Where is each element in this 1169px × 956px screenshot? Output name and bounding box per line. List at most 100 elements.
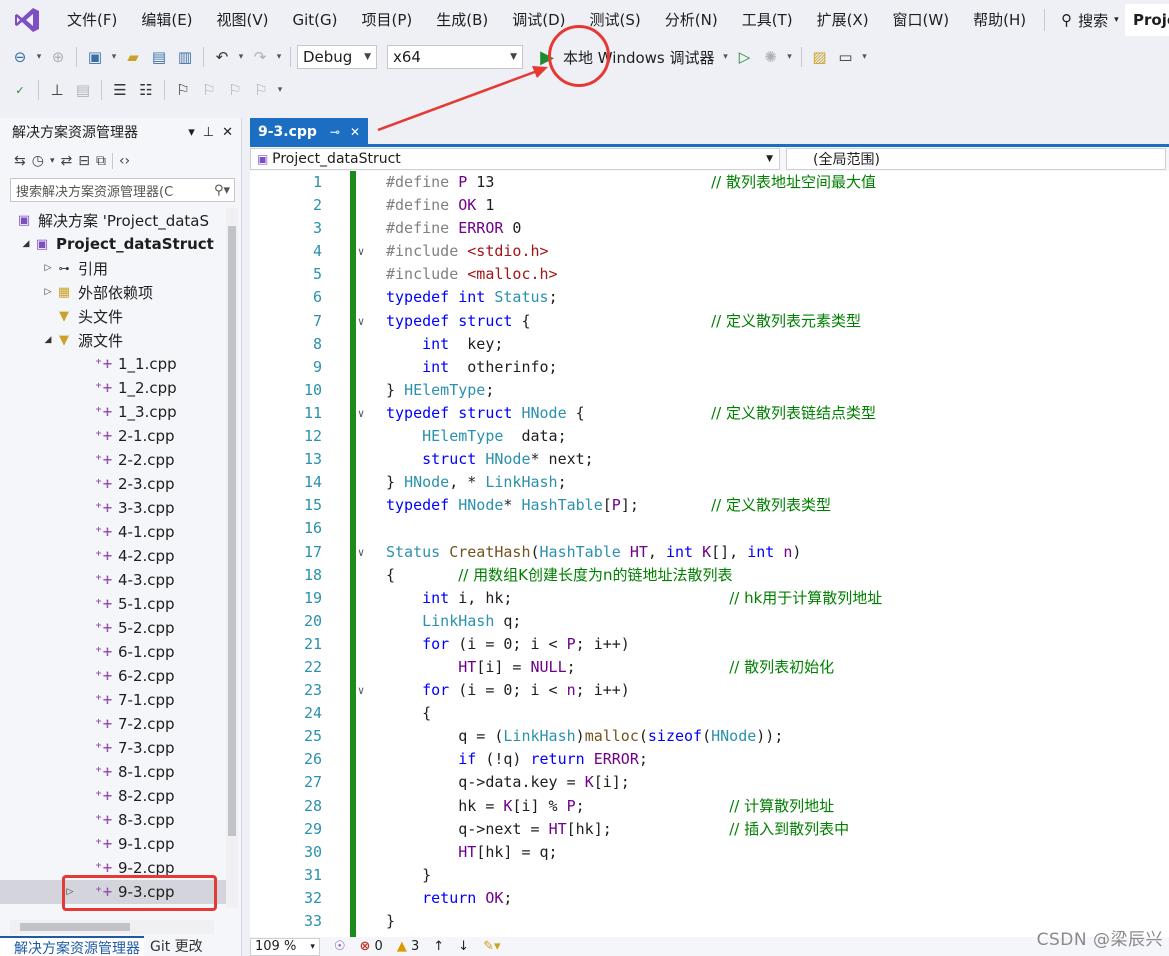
- menu-git[interactable]: Git(G): [281, 0, 350, 40]
- solution-platform-select[interactable]: x64 ▼: [387, 45, 523, 69]
- quick-info-icon[interactable]: ⊥: [45, 78, 69, 102]
- health-indicator-icon[interactable]: ☉: [334, 939, 346, 954]
- document-tab-active[interactable]: 9-3.cpp ⊸ ✕: [250, 118, 368, 146]
- close-icon[interactable]: ✕: [222, 125, 233, 140]
- project-scope-select[interactable]: ▣ Project_dataStruct ▼: [250, 148, 780, 170]
- tree-item-file[interactable]: ⁺+ 8-3.cpp: [0, 808, 226, 832]
- tree-item-file[interactable]: ⁺+ 1_1.cpp: [0, 352, 226, 376]
- menu-help[interactable]: 帮助(H): [961, 0, 1038, 40]
- expand-arrow-icon[interactable]: ▷: [42, 287, 54, 297]
- tree-item-file[interactable]: ⁺+ 4-2.cpp: [0, 544, 226, 568]
- start-without-debugging-icon[interactable]: ▷: [733, 45, 757, 69]
- visual-studio-logo-icon[interactable]: [13, 6, 41, 34]
- tree-vertical-scrollbar[interactable]: [226, 208, 238, 908]
- pending-changes-icon[interactable]: ◷: [32, 153, 44, 169]
- navigate-back-icon[interactable]: ⊖: [8, 45, 32, 69]
- tree-item-file[interactable]: ⁺+ 6-2.cpp: [0, 664, 226, 688]
- project-name-tab[interactable]: Proje: [1125, 4, 1169, 36]
- close-tab-icon[interactable]: ✕: [350, 125, 360, 139]
- tree-item-file[interactable]: ⁺+ 7-3.cpp: [0, 736, 226, 760]
- warning-count[interactable]: ▲ 3: [397, 939, 419, 954]
- solution-explorer-search-input[interactable]: 搜索解决方案资源管理器(C ⚲▾: [10, 178, 235, 202]
- code-editor[interactable]: 1 #define P 13 // 散列表地址空间最大值 2 #define OK …: [250, 171, 1169, 937]
- sync-icon[interactable]: ⇄: [60, 153, 72, 169]
- menu-window[interactable]: 窗口(W): [881, 0, 962, 40]
- menu-view[interactable]: 视图(V): [205, 0, 281, 40]
- tab-git-changes[interactable]: Git 更改: [144, 936, 209, 956]
- save-icon[interactable]: ▤: [147, 45, 171, 69]
- menu-file[interactable]: 文件(F): [55, 0, 129, 40]
- undo-icon[interactable]: ↶: [210, 45, 234, 69]
- chevron-down-icon[interactable]: ▾: [274, 52, 284, 62]
- clear-bookmarks-icon[interactable]: ⚐: [249, 78, 273, 102]
- properties-icon[interactable]: ‹›: [119, 153, 130, 169]
- code-cleanup-icon[interactable]: ✎▾: [483, 939, 500, 954]
- window-layout-icon[interactable]: ▭: [834, 45, 858, 69]
- tree-item-solution[interactable]: ▣ 解决方案 'Project_dataS: [0, 208, 226, 232]
- tree-item-file[interactable]: ⁺+ 2-3.cpp: [0, 472, 226, 496]
- tree-item-file[interactable]: ⁺+ 6-1.cpp: [0, 640, 226, 664]
- next-issue-icon[interactable]: ↓: [458, 939, 469, 954]
- increase-indent-icon[interactable]: ☷: [134, 78, 158, 102]
- find-in-files-icon[interactable]: ▨: [808, 45, 832, 69]
- tree-item-project[interactable]: ◢ ▣ Project_dataStruct: [0, 232, 226, 256]
- window-options-icon[interactable]: ▾: [188, 125, 195, 140]
- tree-item-file[interactable]: ⁺+ 1_2.cpp: [0, 376, 226, 400]
- new-project-icon[interactable]: ▣: [83, 45, 107, 69]
- previous-issue-icon[interactable]: ↑: [433, 939, 444, 954]
- search-button[interactable]: ⚲ 搜索 ▾: [1051, 10, 1129, 31]
- toolbar-overflow-icon[interactable]: ▾: [275, 85, 285, 95]
- save-all-icon[interactable]: ▥: [173, 45, 197, 69]
- tree-item-file[interactable]: ⁺+ 5-1.cpp: [0, 592, 226, 616]
- tree-item-file[interactable]: ⁺+ 8-2.cpp: [0, 784, 226, 808]
- type-scope-select[interactable]: (全局范围): [786, 148, 1166, 170]
- tree-item-file[interactable]: ⁺+ 8-1.cpp: [0, 760, 226, 784]
- next-bookmark-icon[interactable]: ⚐: [223, 78, 247, 102]
- tree-item-file[interactable]: ⁺+ 2-1.cpp: [0, 424, 226, 448]
- tree-item-header-files[interactable]: ▼ 头文件: [0, 304, 226, 328]
- tree-item-source-files[interactable]: ◢ ▼ 源文件: [0, 328, 226, 352]
- tree-item-file[interactable]: ⁺+ 7-1.cpp: [0, 688, 226, 712]
- menu-edit[interactable]: 编辑(E): [129, 0, 204, 40]
- menu-extensions[interactable]: 扩展(X): [805, 0, 881, 40]
- chevron-down-icon[interactable]: ▾: [785, 52, 795, 62]
- menu-project[interactable]: 项目(P): [350, 0, 425, 40]
- show-all-files-icon[interactable]: ⧉: [96, 153, 106, 169]
- pin-icon[interactable]: ⊥: [203, 125, 214, 140]
- tree-item-references[interactable]: ▷ ⊶ 引用: [0, 256, 226, 280]
- error-count[interactable]: ⊗ 0: [360, 939, 383, 954]
- chevron-down-icon[interactable]: ▾: [236, 52, 246, 62]
- code-area[interactable]: 1 #define P 13 // 散列表地址空间最大值 2 #define OK …: [304, 171, 1169, 933]
- tree-item-file[interactable]: ⁺+ 7-2.cpp: [0, 712, 226, 736]
- scrollbar-thumb[interactable]: [228, 226, 236, 836]
- chevron-down-icon[interactable]: ▾: [109, 52, 119, 62]
- tree-horizontal-scrollbar[interactable]: [10, 920, 214, 934]
- tree-item-file[interactable]: ⁺+ 4-3.cpp: [0, 568, 226, 592]
- tree-item-file[interactable]: ⁺+ 1_3.cpp: [0, 400, 226, 424]
- menu-build[interactable]: 生成(B): [424, 0, 500, 40]
- collapse-arrow-icon[interactable]: ◢: [20, 239, 32, 249]
- menu-tools[interactable]: 工具(T): [730, 0, 805, 40]
- zoom-select[interactable]: 109 % ▾: [250, 937, 320, 956]
- tree-item-file[interactable]: ⁺+ 2-2.cpp: [0, 448, 226, 472]
- bookmark-icon[interactable]: ⚐: [171, 78, 195, 102]
- switch-views-icon[interactable]: ⇆: [14, 153, 26, 169]
- spell-check-icon[interactable]: ✓: [8, 78, 32, 102]
- pin-tab-icon[interactable]: ⊸: [330, 125, 340, 139]
- parameter-info-icon[interactable]: ▤: [71, 78, 95, 102]
- chevron-down-icon[interactable]: ▾: [721, 52, 731, 62]
- expand-arrow-icon[interactable]: ▷: [42, 263, 54, 273]
- tree-item-file[interactable]: ⁺+ 3-3.cpp: [0, 496, 226, 520]
- chevron-down-icon[interactable]: ▾: [34, 52, 44, 62]
- collapse-all-icon[interactable]: ⊟: [78, 153, 90, 169]
- collapse-arrow-icon[interactable]: ◢: [42, 335, 54, 345]
- tree-item-file[interactable]: ⁺+ 5-2.cpp: [0, 616, 226, 640]
- tree-item-file[interactable]: ⁺+ 4-1.cpp: [0, 520, 226, 544]
- tab-solution-explorer[interactable]: 解决方案资源管理器: [0, 936, 144, 956]
- tree-item-file[interactable]: ⁺+ 9-1.cpp: [0, 832, 226, 856]
- menu-analyze[interactable]: 分析(N): [653, 0, 730, 40]
- hot-reload-icon[interactable]: ✺: [759, 45, 783, 69]
- tree-item-external-dependencies[interactable]: ▷ ▦ 外部依赖项: [0, 280, 226, 304]
- open-folder-icon[interactable]: ▰: [121, 45, 145, 69]
- decrease-indent-icon[interactable]: ☰: [108, 78, 132, 102]
